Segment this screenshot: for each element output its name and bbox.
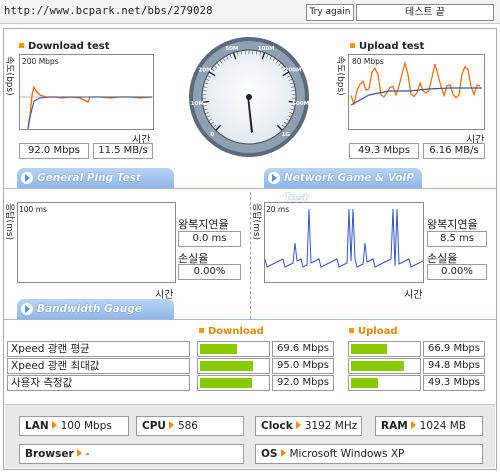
arrow-right-icon <box>410 421 416 429</box>
os-info: OS Microsoft Windows XP <box>255 444 483 464</box>
test-status-box: 테스트 끝 <box>356 4 494 21</box>
bandwidth-row-label: Xpeed 광랜 최대값 <box>7 358 190 374</box>
download-scale-label: 200 Mbps <box>22 57 59 66</box>
gauge-tick-label: 1G <box>282 132 291 138</box>
download-chart-svg <box>20 85 153 129</box>
gauge-tick-label: 500M <box>292 101 309 107</box>
bandwidth-row-label: 사용자 측정값 <box>7 375 190 391</box>
upload-mbps-value: 49.3 Mbps <box>349 143 419 159</box>
browser-info: Browser - <box>19 444 244 464</box>
upload-mbs-value: 6.16 MB/s <box>423 143 485 159</box>
game-latency-label: 왕복지연율 <box>427 218 478 231</box>
download-bar-value: 92.0 Mbps <box>272 375 334 391</box>
download-mbs-value: 11.5 MB/s <box>93 143 153 159</box>
bandwidth-download-head: Download <box>199 326 264 337</box>
ping-axis-unit: 응답(ms) <box>4 203 14 241</box>
game-latency-value: 8.5 ms <box>427 231 487 247</box>
download-bar <box>197 358 270 374</box>
gauge-svg: 0 10M 20M 50M 100M 200M 500M 1G <box>189 37 309 157</box>
cpu-info: CPU 586 <box>136 416 244 436</box>
ping-latency-label: 왕복지연율 <box>178 218 229 231</box>
arrow-right-icon <box>51 421 57 429</box>
gauge-tick-label: 50M <box>225 46 238 52</box>
upload-bar <box>348 341 421 357</box>
game-loss-value: 0.00% <box>427 264 487 280</box>
ram-info: RAM 1024 MB <box>375 416 483 436</box>
upload-scale-label: 80 Mbps <box>352 57 384 66</box>
upload-bar-value: 49.3 Mbps <box>423 375 485 391</box>
game-scale-label: 20 ms <box>266 205 290 214</box>
system-info-bar: LAN 100 Mbps CPU 586 Clock 3192 MHz RAM 1024… <box>5 404 495 468</box>
arrow-right-icon <box>268 172 280 184</box>
ping-scale-label: 100 ms <box>19 205 47 214</box>
orange-bullet-icon <box>350 43 355 48</box>
upload-speed-line <box>350 60 481 107</box>
upload-bar-value: 94.8 Mbps <box>423 358 485 374</box>
game-latency-line <box>265 208 423 268</box>
bandwidth-upload-head: Upload <box>349 326 397 337</box>
download-bar <box>197 341 270 357</box>
arrow-right-icon <box>280 449 286 457</box>
ping-latency-value: 0.0 ms <box>178 231 241 247</box>
download-bar <box>197 375 270 391</box>
tab-bandwidth-gauge[interactable]: Bandwidth Gauge <box>17 299 174 319</box>
download-bar-fill <box>200 378 252 388</box>
bandwidth-row-label: Xpeed 광랜 평균 <box>7 341 190 357</box>
arrow-right-icon <box>168 421 174 429</box>
upload-bar-fill <box>351 361 404 371</box>
bandwidth-divider <box>4 319 496 320</box>
game-time-label: 시간 <box>404 290 423 301</box>
download-avg-line <box>27 96 152 129</box>
download-test-title: Download test <box>19 41 110 52</box>
tab-general-ping-test[interactable]: General Ping Test <box>17 168 174 188</box>
try-again-button[interactable]: Try again <box>306 4 354 21</box>
upload-axis-unit: 속도(bps) <box>335 56 345 96</box>
game-chart <box>264 202 424 283</box>
upload-bar-fill <box>351 378 378 388</box>
gauge-tick-label: 10M <box>191 101 204 107</box>
speed-gauge: 0 10M 20M 50M 100M 200M 500M 1G <box>187 35 311 159</box>
download-axis-unit: 속도(bps) <box>4 56 14 96</box>
ping-chart <box>17 202 176 283</box>
upload-bar-value: 66.9 Mbps <box>423 341 485 357</box>
orange-bullet-icon <box>349 328 354 333</box>
orange-bullet-icon <box>19 43 24 48</box>
gauge-tick-label: 0 <box>210 132 214 138</box>
arrow-right-icon <box>295 421 301 429</box>
gauge-tick-label: 200M <box>285 67 302 73</box>
tab-network-game-voip-test[interactable]: Network Game & VoIP Test <box>264 168 422 204</box>
gauge-hub <box>246 94 252 100</box>
gauge-tick-label: 20M <box>198 67 211 73</box>
arrow-right-icon <box>21 303 33 315</box>
upload-chart-svg <box>350 60 482 107</box>
upload-test-title: Upload test <box>350 41 424 52</box>
upload-bar <box>348 358 421 374</box>
gauge-tick-label: 100M <box>258 46 275 52</box>
clock-info: Clock 3192 MHz <box>255 416 362 436</box>
ping-loss-value: 0.00% <box>178 264 241 280</box>
lan-info: LAN 100 Mbps <box>19 416 129 436</box>
arrow-right-icon <box>76 449 82 457</box>
download-bar-value: 69.6 Mbps <box>272 341 334 357</box>
game-axis-unit: 응답(ms) <box>251 203 261 241</box>
page-url: http://www.bcpark.net/bbs/279028 <box>4 5 213 17</box>
game-chart-svg <box>265 208 423 268</box>
download-speed-line <box>27 85 153 128</box>
upload-avg-line <box>350 87 482 106</box>
download-bar-fill <box>200 344 237 354</box>
tab-divider <box>4 188 496 189</box>
upload-bar-fill <box>351 344 388 354</box>
download-bar-fill <box>200 361 253 371</box>
arrow-right-icon <box>21 172 33 184</box>
download-mbps-value: 92.0 Mbps <box>19 143 89 159</box>
upload-bar <box>348 375 421 391</box>
download-bar-value: 95.0 Mbps <box>272 358 334 374</box>
orange-bullet-icon <box>199 328 204 333</box>
